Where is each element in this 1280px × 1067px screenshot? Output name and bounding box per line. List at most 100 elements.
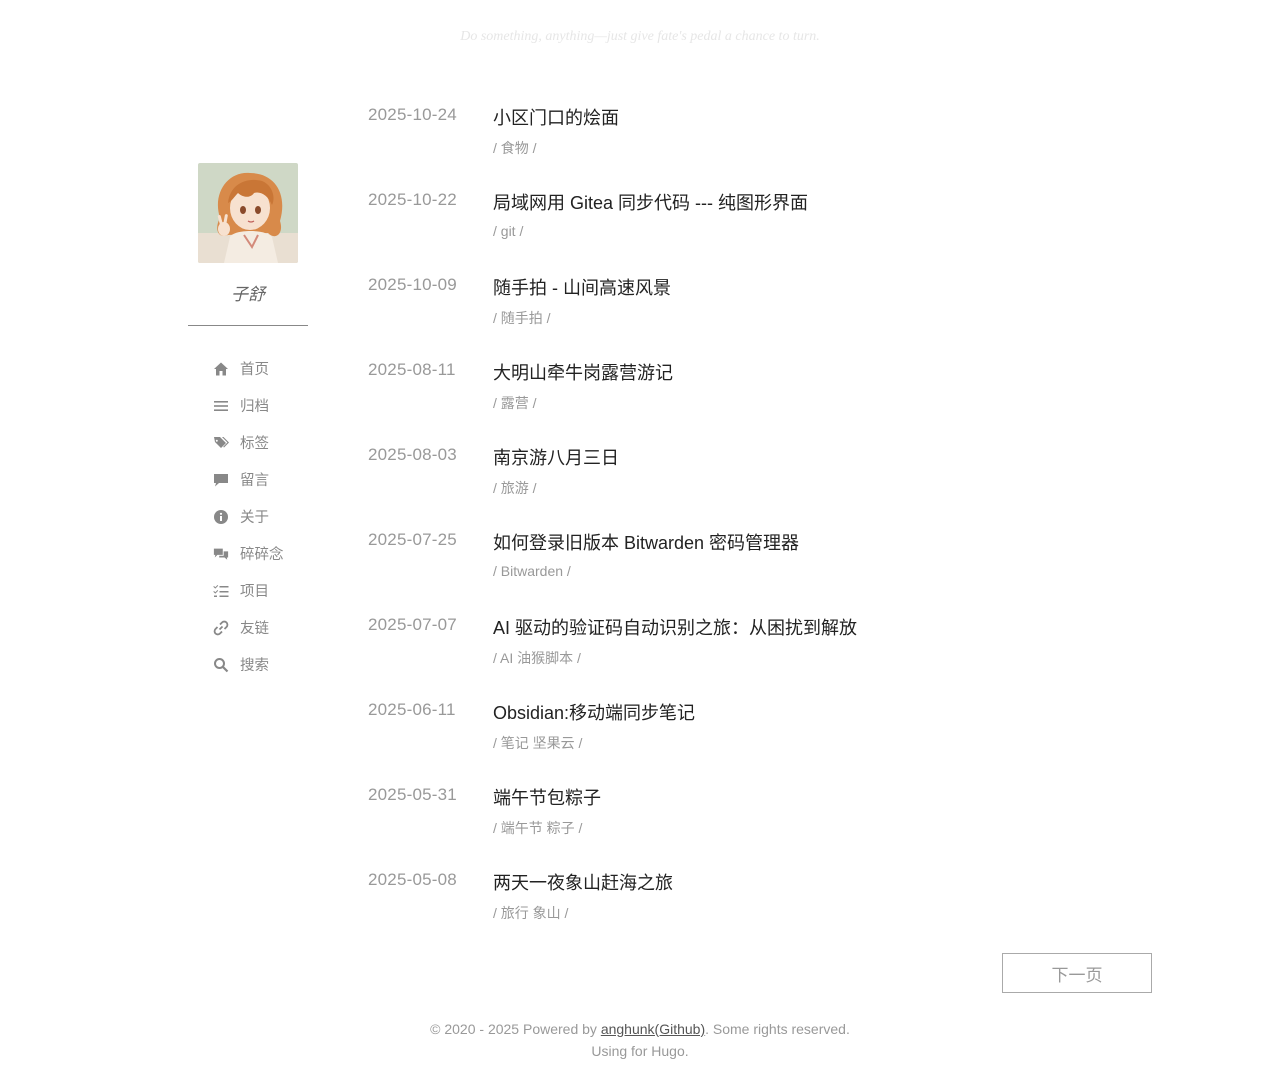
- hugo-link[interactable]: Hugo: [651, 1043, 684, 1059]
- post-tags: / 旅游 /: [493, 480, 537, 496]
- post-title-link[interactable]: 端午节包粽子: [493, 784, 601, 810]
- sidebar-item-search[interactable]: 搜索: [188, 646, 308, 683]
- sidebar: 子舒 首页 归档 标签 留言 关于 碎碎念 项目 友链 搜索: [188, 163, 308, 683]
- post-date: 2025-10-24: [368, 105, 457, 124]
- post-tags: / 旅行 象山 /: [493, 905, 569, 921]
- post-date: 2025-08-03: [368, 445, 457, 464]
- post-date: 2025-10-09: [368, 275, 457, 294]
- site-motto: Do something, anything—just give fate's …: [460, 29, 820, 44]
- tag-link[interactable]: 笔记: [501, 735, 529, 751]
- post-title-link[interactable]: Obsidian:移动端同步笔记: [493, 699, 695, 725]
- tags-icon: [212, 434, 230, 452]
- footer-using: Using for Hugo.: [0, 1040, 1280, 1062]
- post-title-link[interactable]: 大明山牵牛岗露营游记: [493, 359, 673, 385]
- sidebar-item-friends[interactable]: 友链: [188, 609, 308, 646]
- post-tags: / 笔记 坚果云 /: [493, 735, 583, 751]
- footer-copyright: © 2020 - 2025 Powered by anghunk(Github)…: [0, 1018, 1280, 1040]
- post-date: 2025-05-31: [368, 785, 457, 804]
- post-title-link[interactable]: AI 驱动的验证码自动识别之旅：从困扰到解放: [493, 614, 857, 640]
- list-item: 2025-06-11 Obsidian:移动端同步笔记 / 笔记 坚果云 /: [368, 697, 1168, 782]
- tag-link[interactable]: git: [501, 223, 516, 239]
- sidebar-item-guestbook[interactable]: 留言: [188, 461, 308, 498]
- post-tags: / git /: [493, 223, 524, 239]
- post-title-link[interactable]: 局域网用 Gitea 同步代码 --- 纯图形界面: [493, 189, 808, 215]
- post-tags: / AI 油猴脚本 /: [493, 650, 581, 666]
- sidebar-item-label: 标签: [240, 436, 269, 452]
- using-suffix: .: [684, 1043, 689, 1059]
- tag-link[interactable]: 粽子: [547, 820, 575, 836]
- comment-icon: [212, 471, 230, 489]
- tag-link[interactable]: AI: [500, 650, 513, 666]
- sidebar-nav: 首页 归档 标签 留言 关于 碎碎念 项目 友链 搜索: [188, 350, 308, 683]
- post-title-link[interactable]: 南京游八月三日: [493, 444, 619, 470]
- anime-girl-avatar: [198, 163, 298, 263]
- footer: © 2020 - 2025 Powered by anghunk(Github)…: [0, 1018, 1280, 1062]
- list-item: 2025-07-07 AI 驱动的验证码自动识别之旅：从困扰到解放 / AI 油…: [368, 612, 1168, 697]
- github-link[interactable]: (Github): [655, 1021, 706, 1037]
- sidebar-item-archive[interactable]: 归档: [188, 387, 308, 424]
- sidebar-item-label: 归档: [240, 399, 269, 415]
- tag-link[interactable]: 旅游: [501, 480, 529, 496]
- post-tags: / Bitwarden /: [493, 563, 571, 579]
- sidebar-item-label: 搜索: [240, 658, 269, 674]
- post-date: 2025-10-22: [368, 190, 457, 209]
- sidebar-item-label: 留言: [240, 473, 269, 489]
- tag-link[interactable]: 油猴脚本: [517, 650, 573, 666]
- sidebar-item-home[interactable]: 首页: [188, 350, 308, 387]
- sidebar-item-label: 碎碎念: [240, 547, 284, 563]
- tag-link[interactable]: 露营: [501, 395, 529, 411]
- tasks-icon: [212, 582, 230, 600]
- author-name: 子舒: [231, 285, 265, 304]
- sidebar-item-label: 友链: [240, 621, 269, 637]
- link-icon: [212, 619, 230, 637]
- sidebar-item-label: 关于: [240, 510, 269, 526]
- sidebar-item-about[interactable]: 关于: [188, 498, 308, 535]
- post-tags: / 随手拍 /: [493, 310, 551, 326]
- post-date: 2025-07-07: [368, 615, 457, 634]
- tag-link[interactable]: 象山: [533, 905, 561, 921]
- post-list: 2025-10-24 小区门口的烩面 / 食物 / 2025-10-22 局域网…: [368, 102, 1168, 952]
- post-tags: / 端午节 粽子 /: [493, 820, 583, 836]
- list-item: 2025-10-22 局域网用 Gitea 同步代码 --- 纯图形界面 / g…: [368, 187, 1168, 272]
- list-icon: [212, 397, 230, 415]
- list-item: 2025-05-08 两天一夜象山赶海之旅 / 旅行 象山 /: [368, 867, 1168, 952]
- info-icon: [212, 508, 230, 526]
- next-page-button[interactable]: 下一页: [1002, 953, 1152, 993]
- tag-link[interactable]: 旅行: [501, 905, 529, 921]
- post-title-link[interactable]: 两天一夜象山赶海之旅: [493, 869, 673, 895]
- post-tags: / 食物 /: [493, 140, 537, 156]
- post-date: 2025-05-08: [368, 870, 457, 889]
- sidebar-item-tags[interactable]: 标签: [188, 424, 308, 461]
- using-prefix: Using for: [591, 1043, 652, 1059]
- post-title-link[interactable]: 小区门口的烩面: [493, 104, 619, 130]
- tag-link[interactable]: 端午节: [501, 820, 543, 836]
- tag-link[interactable]: Bitwarden: [501, 563, 563, 579]
- post-title-link[interactable]: 如何登录旧版本 Bitwarden 密码管理器: [493, 529, 799, 555]
- list-item: 2025-08-03 南京游八月三日 / 旅游 /: [368, 442, 1168, 527]
- sidebar-item-projects[interactable]: 项目: [188, 572, 308, 609]
- post-title-link[interactable]: 随手拍 - 山间高速风景: [493, 274, 671, 300]
- post-tags: / 露营 /: [493, 395, 537, 411]
- list-item: 2025-10-24 小区门口的烩面 / 食物 /: [368, 102, 1168, 187]
- list-item: 2025-10-09 随手拍 - 山间高速风景 / 随手拍 /: [368, 272, 1168, 357]
- copyright-suffix: . Some rights reserved.: [705, 1021, 850, 1037]
- post-date: 2025-06-11: [368, 700, 456, 719]
- list-item: 2025-08-11 大明山牵牛岗露营游记 / 露营 /: [368, 357, 1168, 442]
- list-item: 2025-05-31 端午节包粽子 / 端午节 粽子 /: [368, 782, 1168, 867]
- tag-link[interactable]: 坚果云: [533, 735, 575, 751]
- post-date: 2025-07-25: [368, 530, 457, 549]
- sidebar-item-label: 首页: [240, 362, 269, 378]
- tag-link[interactable]: 随手拍: [501, 310, 543, 326]
- tag-link[interactable]: 食物: [501, 140, 529, 156]
- search-icon: [212, 656, 230, 674]
- avatar[interactable]: [198, 163, 298, 263]
- home-icon: [212, 360, 230, 378]
- list-item: 2025-07-25 如何登录旧版本 Bitwarden 密码管理器 / Bit…: [368, 527, 1168, 612]
- sidebar-item-label: 项目: [240, 584, 269, 600]
- comments-icon: [212, 545, 230, 563]
- copyright-prefix: © 2020 - 2025 Powered by: [430, 1021, 601, 1037]
- post-date: 2025-08-11: [368, 360, 456, 379]
- author-link[interactable]: anghunk: [601, 1021, 655, 1037]
- sidebar-divider: [188, 325, 308, 326]
- sidebar-item-murmurs[interactable]: 碎碎念: [188, 535, 308, 572]
